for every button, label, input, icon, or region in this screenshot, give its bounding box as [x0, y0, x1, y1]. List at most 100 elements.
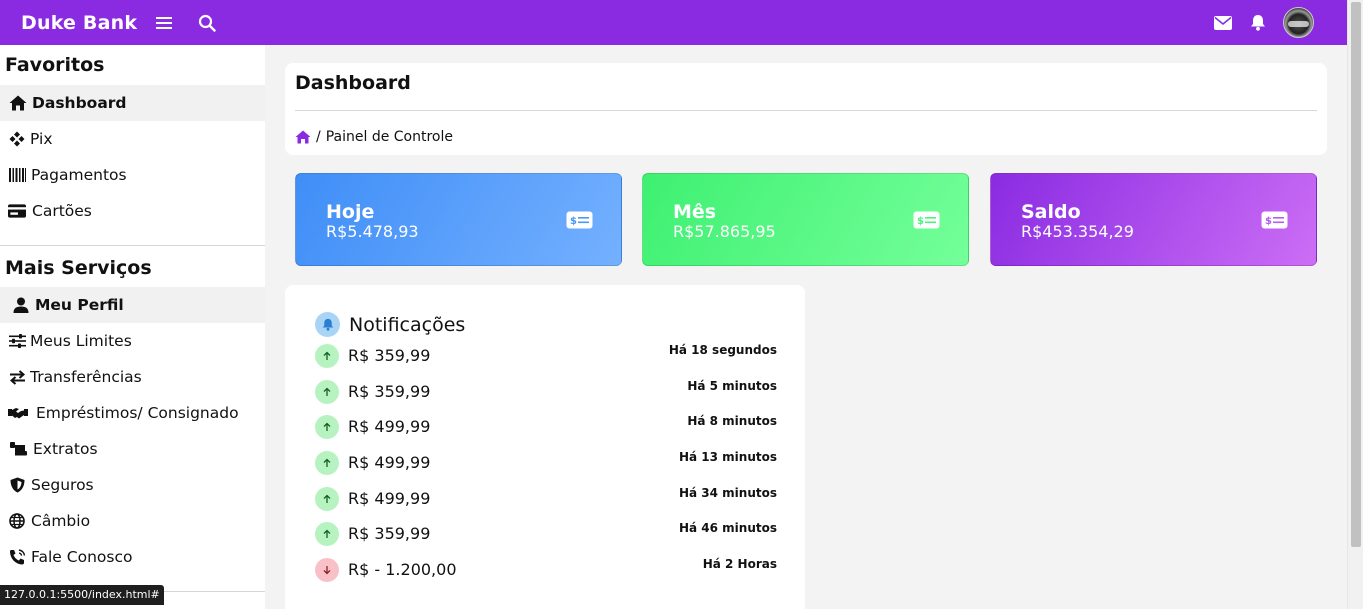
stat-card-value: R$453.354,29 [1021, 222, 1134, 241]
sidebar-item-label: Meus Limites [30, 332, 132, 350]
handshake-icon [8, 405, 28, 421]
arrow-up-icon [315, 451, 339, 475]
phone-icon [8, 549, 26, 565]
stat-card-value: R$57.865,95 [673, 222, 776, 241]
notification-amount: R$ - 1.200,00 [348, 560, 457, 579]
bell-icon[interactable] [1250, 14, 1266, 31]
sidebar-item-label: Fale Conosco [31, 548, 133, 566]
topbar-actions [1214, 7, 1314, 38]
stat-card-value: R$5.478,93 [326, 222, 419, 241]
shield-icon [8, 477, 26, 493]
sidebar-item-cartoes[interactable]: Cartões [0, 193, 265, 229]
sidebar-item-pagamentos[interactable]: Pagamentos [0, 157, 265, 193]
sidebar-item-fale-conosco[interactable]: Fale Conosco [0, 539, 265, 575]
notification-time: Há 34 minutos [678, 486, 777, 500]
notification-time: Há 8 minutos [687, 414, 777, 428]
home-icon[interactable] [295, 130, 311, 144]
notification-amount: R$ 359,99 [348, 382, 431, 401]
notification-amount: R$ 499,99 [348, 417, 431, 436]
services-title: Mais Serviços [5, 257, 152, 279]
notification-item[interactable]: R$ 359,99 Há 18 segundos [315, 341, 777, 371]
sidebar-item-transferencias[interactable]: Transferências [0, 359, 265, 395]
page-header: Dashboard / Painel de Controle [285, 63, 1327, 155]
header-divider [295, 110, 1317, 111]
brand-logo[interactable]: Duke Bank [21, 12, 137, 34]
notification-item[interactable]: R$ 359,99 Há 46 minutos [315, 519, 777, 549]
notification-time: Há 2 Horas [702, 557, 777, 571]
transfer-icon [8, 369, 26, 385]
notification-amount: R$ 499,99 [348, 453, 431, 472]
sidebar-item-label: Câmbio [31, 512, 91, 530]
notifications-title: Notificações [349, 313, 466, 336]
sidebar-item-label: Transferências [30, 368, 142, 386]
arrow-up-icon [315, 487, 339, 511]
notification-item[interactable]: R$ 499,99 Há 13 minutos [315, 448, 777, 478]
arrow-up-icon [315, 522, 339, 546]
sidebar-divider [0, 245, 265, 246]
notification-item[interactable]: R$ 499,99 Há 34 minutos [315, 484, 777, 514]
bell-icon [315, 312, 340, 337]
notification-time: Há 13 minutos [678, 450, 777, 464]
pix-icon [8, 131, 26, 147]
user-icon [12, 297, 30, 313]
sidebar-item-label: Pix [30, 130, 53, 148]
stat-card-hoje[interactable]: Hoje R$5.478,93 $ [295, 173, 622, 266]
sidebar-item-pix[interactable]: Pix [0, 121, 265, 157]
menu-icon[interactable] [156, 16, 173, 30]
search-icon[interactable] [198, 14, 216, 32]
svg-text:$: $ [1265, 216, 1272, 227]
stat-card-label: Hoje [326, 201, 375, 223]
notification-time: Há 5 minutos [687, 379, 777, 393]
top-navbar: Duke Bank [0, 0, 1347, 45]
stat-card-saldo[interactable]: Saldo R$453.354,29 $ [990, 173, 1317, 266]
sidebar-item-label: Dashboard [32, 94, 127, 112]
breadcrumb-current: Painel de Controle [325, 129, 453, 145]
sidebar-item-label: Empréstimos/ Consignado [36, 404, 239, 422]
sidebar-item-label: Cartões [32, 202, 92, 220]
notification-amount: R$ 359,99 [348, 346, 431, 365]
home-icon [9, 95, 27, 111]
sliders-icon [8, 333, 26, 349]
sidebar-item-meu-perfil[interactable]: Meu Perfil [0, 287, 265, 323]
notification-amount: R$ 499,99 [348, 489, 431, 508]
notifications-header: Notificações [315, 312, 465, 337]
sidebar-item-meus-limites[interactable]: Meus Limites [0, 323, 265, 359]
mail-icon[interactable] [1214, 15, 1232, 30]
sidebar-item-extratos[interactable]: Extratos [0, 431, 265, 467]
sidebar-item-label: Meu Perfil [35, 296, 124, 314]
sidebar-item-seguros[interactable]: Seguros [0, 467, 265, 503]
svg-text:$: $ [917, 216, 924, 227]
sidebar-item-emprestimos[interactable]: Empréstimos/ Consignado [0, 395, 265, 431]
sidebar: Favoritos Dashboard Pix Pagamentos Cartõ… [0, 45, 265, 609]
breadcrumb: / Painel de Controle [295, 129, 453, 145]
notification-amount: R$ 359,99 [348, 524, 431, 543]
notifications-panel: Notificações R$ 359,99 Há 18 segundos R$… [285, 285, 805, 609]
notification-time: Há 46 minutos [678, 521, 777, 535]
notification-time: Há 18 segundos [668, 343, 777, 357]
notification-item[interactable]: R$ - 1.200,00 Há 2 Horas [315, 555, 777, 585]
arrow-up-icon [315, 415, 339, 439]
money-icon: $ [913, 211, 940, 229]
arrow-up-icon [315, 380, 339, 404]
barcode-icon [8, 167, 26, 183]
arrow-down-icon [315, 558, 339, 582]
avatar[interactable] [1283, 7, 1314, 38]
stat-card-label: Saldo [1021, 201, 1081, 223]
stat-card-label: Mês [673, 201, 717, 223]
stat-card-mes[interactable]: Mês R$57.865,95 $ [642, 173, 969, 266]
scrollbar-thumb[interactable] [1351, 2, 1361, 547]
sidebar-item-label: Seguros [31, 476, 94, 494]
sidebar-item-cambio[interactable]: Câmbio [0, 503, 265, 539]
favorites-title: Favoritos [5, 54, 105, 76]
sidebar-item-dashboard[interactable]: Dashboard [0, 85, 265, 121]
page-title: Dashboard [295, 72, 411, 94]
sidebar-item-label: Pagamentos [31, 166, 127, 184]
arrow-up-icon [315, 344, 339, 368]
notification-item[interactable]: R$ 359,99 Há 5 minutos [315, 377, 777, 407]
receipt-icon [9, 441, 27, 457]
globe-icon [8, 513, 26, 529]
status-bar-url: 127.0.0.1:5500/index.html# [0, 585, 164, 605]
notification-item[interactable]: R$ 499,99 Há 8 minutos [315, 412, 777, 442]
svg-text:$: $ [570, 216, 577, 227]
page-scrollbar[interactable] [1347, 0, 1363, 609]
